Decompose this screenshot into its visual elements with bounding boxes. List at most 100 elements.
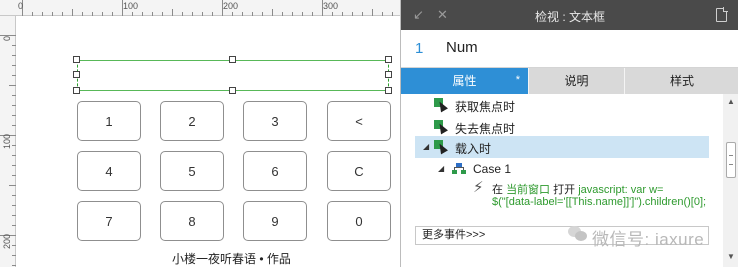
widget-index: 1: [415, 40, 424, 57]
design-canvas[interactable]: 0 100 200 300 0 100 200 1 2 3 <4 5 6 C 7 8 9 0 小楼一夜听春语 …: [0, 0, 400, 267]
action-code-line-1: javascript: var w=: [578, 184, 664, 196]
ruler-tick: [32, 12, 33, 16]
event-row-load[interactable]: ◢ 载入时: [415, 136, 709, 158]
tab-modified-mark: *: [515, 74, 520, 86]
ruler-tick: [12, 115, 16, 116]
tab-style-label: 样式: [669, 74, 694, 88]
ruler-tick: [12, 45, 16, 46]
ruler-tick: [282, 12, 283, 16]
ruler-tick: [12, 205, 16, 206]
ruler-tick: [132, 12, 133, 16]
panel-titlebar: ↙ ✕ 检视 : 文本框: [401, 0, 738, 30]
ruler-tick: [12, 125, 16, 126]
scroll-up-arrow-icon[interactable]: ▲: [727, 97, 735, 106]
vertical-ruler: 0 100 200: [0, 16, 16, 267]
ruler-tick: [372, 9, 373, 16]
ruler-tick: [102, 12, 103, 16]
event-row-focus[interactable]: 获取焦点时: [401, 94, 723, 116]
ruler-tick: [12, 265, 16, 266]
ruler-label-top: 0: [18, 1, 24, 11]
keypad-key[interactable]: C: [327, 151, 391, 191]
ruler-tick: [332, 12, 333, 16]
event-cursor-icon: [434, 120, 448, 135]
wechat-logo-icon: [568, 226, 588, 242]
action-verb: 打开: [553, 184, 576, 196]
scrollbar-thumb[interactable]: [726, 142, 736, 178]
ruler-tick: [312, 12, 313, 16]
widget-name-row[interactable]: 1 Num: [401, 30, 738, 68]
widget-name-input[interactable]: Num: [446, 39, 478, 56]
tab-properties-label: 属性: [452, 74, 477, 88]
ruler-tick: [192, 12, 193, 16]
scroll-down-arrow-icon[interactable]: ▼: [727, 252, 735, 261]
wechat-watermark: 微信号: iaxure: [568, 224, 734, 249]
ruler-tick: [352, 12, 353, 16]
panel-title: 检视 : 文本框: [534, 10, 605, 24]
tab-style[interactable]: 样式: [625, 68, 738, 94]
tab-properties[interactable]: 属性 *: [401, 68, 529, 94]
keypad-key[interactable]: 1: [77, 101, 141, 141]
ruler-tick: [292, 12, 293, 16]
event-label: 获取焦点时: [455, 100, 516, 114]
event-row-blur[interactable]: 失去焦点时: [401, 116, 723, 138]
ruler-tick: [302, 12, 303, 16]
ruler-tick: [262, 12, 263, 16]
ruler-tick: [12, 105, 16, 106]
resize-handle-middle-left[interactable]: [73, 71, 80, 78]
tab-notes[interactable]: 说明: [529, 68, 625, 94]
resize-handle-bottom-middle[interactable]: [229, 87, 236, 94]
ruler-tick: [202, 12, 203, 16]
resize-handle-bottom-right[interactable]: [385, 87, 392, 94]
keypad-key[interactable]: 0: [327, 201, 391, 241]
author-caption: 小楼一夜听春语 • 作品: [172, 252, 291, 266]
ruler-tick: [272, 9, 273, 16]
ruler-tick: [212, 12, 213, 16]
ruler-tick: [392, 12, 393, 16]
keypad-key[interactable]: 4: [77, 151, 141, 191]
ruler-label-top: 300: [323, 1, 339, 11]
resize-handle-middle-right[interactable]: [385, 71, 392, 78]
ruler-label-left: 200: [2, 233, 12, 249]
expand-arrow-icon[interactable]: ◢: [438, 164, 444, 173]
ruler-tick: [12, 55, 16, 56]
action-row[interactable]: 在 当前窗口 打开 javascript: var w= $("[data-la…: [401, 178, 723, 212]
ruler-tick: [172, 9, 173, 16]
keypad-key[interactable]: 5: [160, 151, 224, 191]
keypad-key[interactable]: 3: [243, 101, 307, 141]
ruler-tick: [362, 12, 363, 16]
page-icon[interactable]: [716, 7, 728, 22]
ruler-label-top: 200: [223, 1, 239, 11]
keypad-key[interactable]: 6: [243, 151, 307, 191]
ruler-tick: [12, 255, 16, 256]
resize-handle-bottom-left[interactable]: [73, 87, 80, 94]
resize-handle-top-middle[interactable]: [229, 56, 236, 63]
resize-handle-top-right[interactable]: [385, 56, 392, 63]
ruler-tick: [242, 12, 243, 16]
event-cursor-icon: [434, 98, 448, 113]
watermark-text: 微信号: iaxure: [592, 230, 705, 249]
ruler-tick: [12, 225, 16, 226]
action-line-1: 在 当前窗口 打开 javascript: var w=: [492, 181, 663, 197]
keypad-key[interactable]: <: [327, 101, 391, 141]
ruler-tick: [9, 185, 16, 186]
ruler-label-left: 100: [2, 133, 12, 149]
action-prefix: 在: [492, 184, 503, 196]
case-label: Case 1: [473, 162, 512, 176]
keypad-key[interactable]: 7: [77, 201, 141, 241]
ruler-tick: [12, 65, 16, 66]
ruler-tick: [52, 12, 53, 16]
ruler-tick: [232, 12, 233, 16]
action-code-line-2: $("[data-label='[[This.name]]']").childr…: [492, 196, 707, 208]
event-label: 载入时: [455, 142, 492, 156]
ruler-tick: [382, 12, 383, 16]
keypad-key[interactable]: 9: [243, 201, 307, 241]
case-row[interactable]: ◢ Case 1: [401, 158, 723, 180]
keypad-key[interactable]: 8: [160, 201, 224, 241]
ruler-tick: [152, 12, 153, 16]
action-lightning-icon: ⚡: [473, 179, 484, 196]
keypad-key[interactable]: 2: [160, 101, 224, 141]
resize-handle-top-left[interactable]: [73, 56, 80, 63]
expand-arrow-icon[interactable]: ◢: [423, 142, 429, 151]
ruler-tick: [12, 75, 16, 76]
ruler-tick: [12, 95, 16, 96]
